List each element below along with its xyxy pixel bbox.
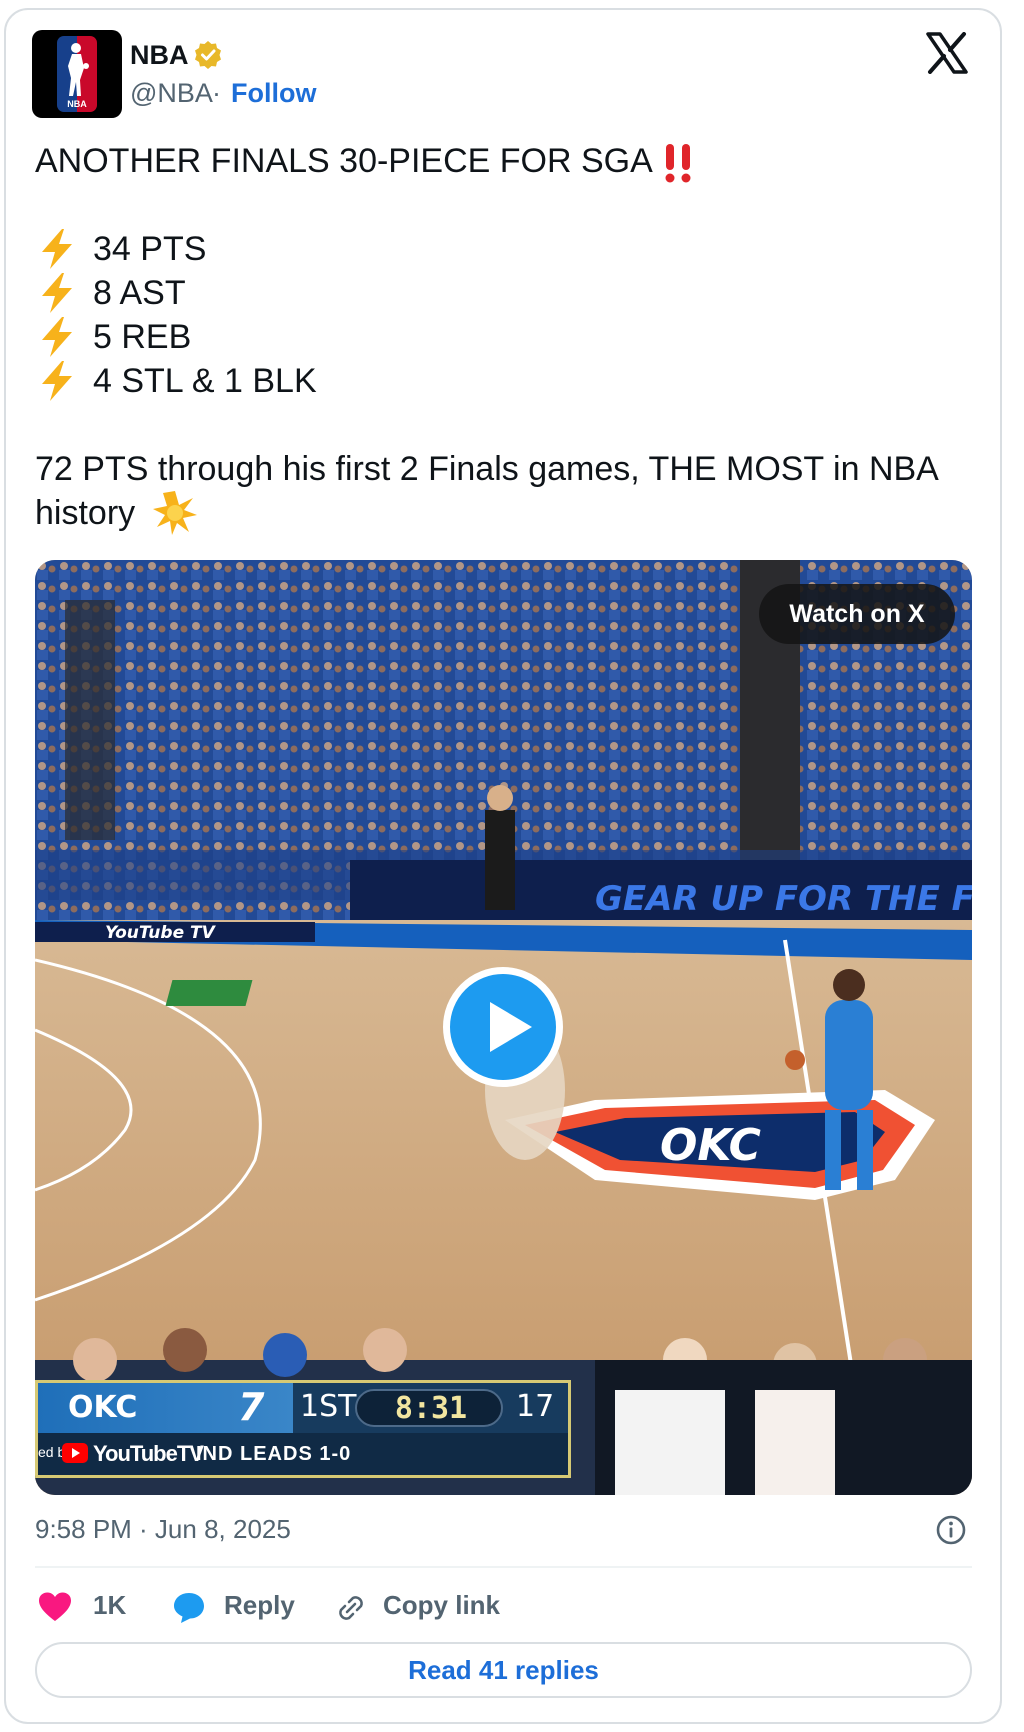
play-button[interactable] (443, 967, 563, 1087)
reply-button[interactable]: Reply (172, 1588, 302, 1628)
heart-icon (39, 1592, 71, 1621)
star-icon (153, 491, 197, 535)
scoreboard-quarter: 1ST (300, 1389, 357, 1424)
youtube-icon (62, 1443, 88, 1463)
lightning-icon (42, 229, 72, 269)
verified-badge-icon (195, 41, 221, 69)
tweet-headline: ANOTHER FINALS 30-PIECE FOR SGA (35, 142, 653, 180)
tweet-summary-line2: history (35, 494, 136, 532)
copy-link-button[interactable]: Copy link (336, 1588, 516, 1628)
scoreboard-shot-clock: 17 (516, 1389, 555, 1424)
avatar-text: NBA (67, 99, 87, 109)
author-handle[interactable]: @NBA (130, 78, 213, 109)
double-exclamation-icon (665, 144, 691, 183)
info-icon[interactable] (935, 1514, 967, 1546)
play-icon (490, 1002, 532, 1052)
court-logo: OKC (660, 1120, 761, 1171)
court-banner: GEAR UP FOR THE FI (595, 879, 972, 919)
divider (35, 1566, 972, 1568)
stat-assists: 8 AST (93, 274, 186, 312)
reply-bubble-icon (174, 1593, 204, 1623)
copy-link-label: Copy link (383, 1590, 501, 1620)
scoreboard-clock-box: 8:31 (355, 1389, 503, 1427)
tweet-timestamp[interactable]: 9:58 PM · Jun 8, 2025 (35, 1514, 291, 1545)
scoreboard: OKC 7 1ST 8:31 17 ed by YouTubeTV IND LE… (35, 1380, 571, 1478)
link-icon (339, 1596, 363, 1620)
video-player[interactable]: GEAR UP FOR THE FI YouTube TV OKC Watch … (35, 560, 972, 1495)
lightning-icon (42, 273, 72, 313)
lightning-icon (42, 317, 72, 357)
reply-label: Reply (224, 1590, 295, 1620)
scoreboard-clock: 8:31 (394, 1391, 468, 1426)
stat-points: 34 PTS (93, 230, 207, 268)
scoreboard-score: 7 (238, 1385, 265, 1429)
scoreboard-series: IND LEADS 1-0 (196, 1443, 352, 1465)
watch-on-x-button[interactable]: Watch on X (759, 584, 955, 644)
stat-steals-blocks: 4 STL & 1 BLK (93, 362, 317, 400)
scoreboard-sponsor: YouTubeTV (93, 1441, 204, 1466)
separator-dot: · (212, 78, 221, 108)
author-name[interactable]: NBA (130, 40, 189, 71)
like-button[interactable]: 1K (38, 1588, 128, 1628)
read-replies-button[interactable]: Read 41 replies (35, 1642, 972, 1698)
follow-button[interactable]: Follow (231, 78, 316, 109)
tweet-summary-line1: 72 PTS through his first 2 Finals games,… (35, 450, 939, 488)
scoreboard-team: OKC (68, 1390, 138, 1425)
like-count: 1K (93, 1590, 127, 1620)
x-logo-icon[interactable] (926, 32, 968, 74)
court-brand: YouTube TV (105, 923, 217, 943)
stat-rebounds: 5 REB (93, 318, 192, 356)
nba-logo-icon: NBA (57, 36, 97, 112)
lightning-icon (42, 361, 72, 401)
avatar[interactable]: NBA (32, 30, 122, 118)
